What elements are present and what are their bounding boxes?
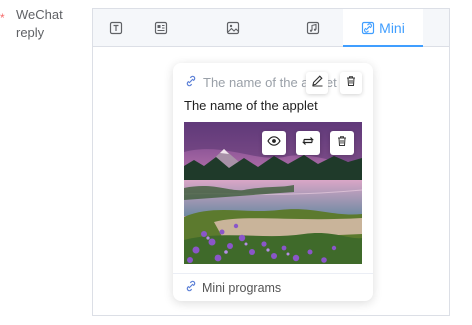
tab-text[interactable] bbox=[93, 9, 139, 46]
trash-icon bbox=[345, 74, 357, 92]
field-label-text: WeChat reply bbox=[16, 7, 63, 40]
swap-icon bbox=[301, 134, 315, 153]
music-icon bbox=[306, 21, 320, 35]
image-icon bbox=[226, 21, 240, 35]
edit-button[interactable] bbox=[306, 72, 328, 94]
image-text-icon bbox=[154, 21, 168, 35]
pencil-icon bbox=[311, 74, 324, 92]
preview-button[interactable] bbox=[262, 131, 286, 155]
trash-icon bbox=[336, 134, 348, 152]
mini-program-card: The name of the applet The name of the a… bbox=[173, 63, 373, 301]
tab-image-text[interactable] bbox=[139, 9, 183, 46]
reply-type-tabs: Mini bbox=[93, 9, 449, 47]
card-footer-text: Mini programs bbox=[202, 280, 282, 295]
mini-programs-link-icon bbox=[185, 280, 197, 295]
mini-program-link-icon bbox=[185, 75, 197, 90]
card-title: The name of the applet bbox=[184, 98, 318, 113]
tab-image[interactable] bbox=[183, 9, 283, 46]
eye-icon bbox=[267, 134, 281, 153]
tab-mini-label: Mini bbox=[379, 19, 405, 36]
delete-image-button[interactable] bbox=[330, 131, 354, 155]
card-footer: Mini programs bbox=[173, 273, 373, 301]
replace-button[interactable] bbox=[296, 131, 320, 155]
link-icon bbox=[361, 21, 375, 35]
required-asterisk: * bbox=[0, 11, 5, 25]
tab-music[interactable] bbox=[283, 9, 343, 46]
text-icon bbox=[109, 21, 123, 35]
delete-card-button[interactable] bbox=[340, 72, 362, 94]
reply-panel: Mini The name of the applet The name of … bbox=[92, 8, 450, 316]
tab-mini[interactable]: Mini bbox=[343, 9, 423, 47]
